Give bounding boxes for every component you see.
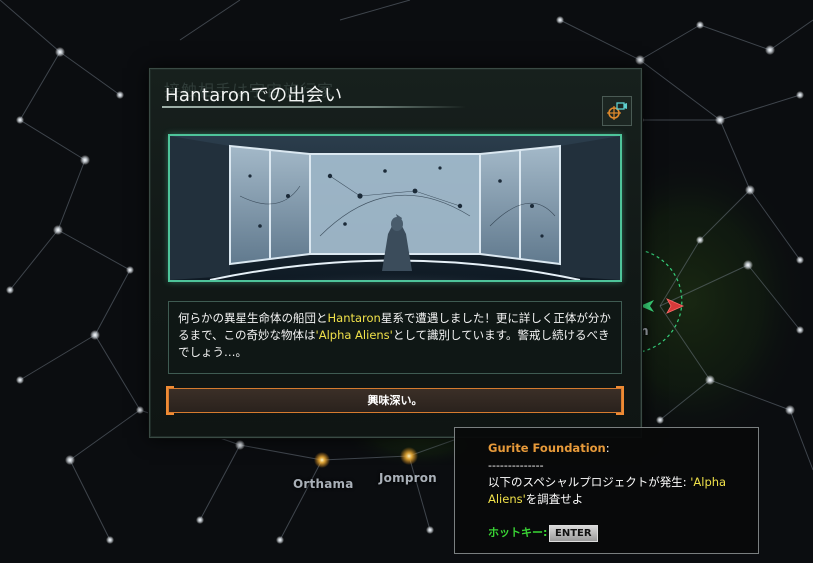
special-project-tooltip: Gurite Foundation: -------------- 以下のスペシ… xyxy=(454,427,759,554)
camera-target-button[interactable] xyxy=(602,96,632,126)
hotkey-enter-key: ENTER xyxy=(549,525,598,542)
event-illustration xyxy=(168,134,622,282)
system-label-jompron[interactable]: Jompron xyxy=(379,471,437,485)
tooltip-divider: -------------- xyxy=(488,459,544,472)
tooltip-message-suffix: を調査せよ xyxy=(525,492,584,506)
event-dialog: 接触相手は宇宙旅行家 Hantaronでの出会い 何らかの異星生命体の船団とHa… xyxy=(149,68,642,438)
event-description: 何らかの異星生命体の船団とHantaron星系で遭遇しました！更に詳しく正体が分… xyxy=(168,301,622,374)
tooltip-message-prefix: 以下のスペシャルプロジェクトが発生: xyxy=(488,475,691,489)
system-label-orthama[interactable]: Orthama xyxy=(293,477,354,491)
tooltip-message: 以下のスペシャルプロジェクトが発生: 'Alpha Aliens'を調査せよ xyxy=(488,474,750,508)
title-divider xyxy=(162,106,466,108)
description-text: 何らかの異星生命体の船団と xyxy=(178,311,328,325)
system-star-orthama[interactable] xyxy=(314,452,330,468)
system-star-jompron[interactable] xyxy=(400,447,418,465)
tooltip-owner: Gurite Foundation: xyxy=(488,440,610,457)
tooltip-owner-name: Gurite Foundation xyxy=(488,441,606,455)
camera-target-icon xyxy=(607,102,627,120)
dialog-title: Hantaronでの出会い xyxy=(165,85,343,106)
tooltip-hotkey-label: ホットキー: xyxy=(488,526,548,539)
description-highlight-system: Hantaron xyxy=(327,311,381,325)
description-highlight-aliens: 'Alpha Aliens' xyxy=(315,328,393,342)
acknowledge-button[interactable]: 興味深い。 xyxy=(166,386,624,415)
tooltip-owner-colon: : xyxy=(605,441,610,455)
